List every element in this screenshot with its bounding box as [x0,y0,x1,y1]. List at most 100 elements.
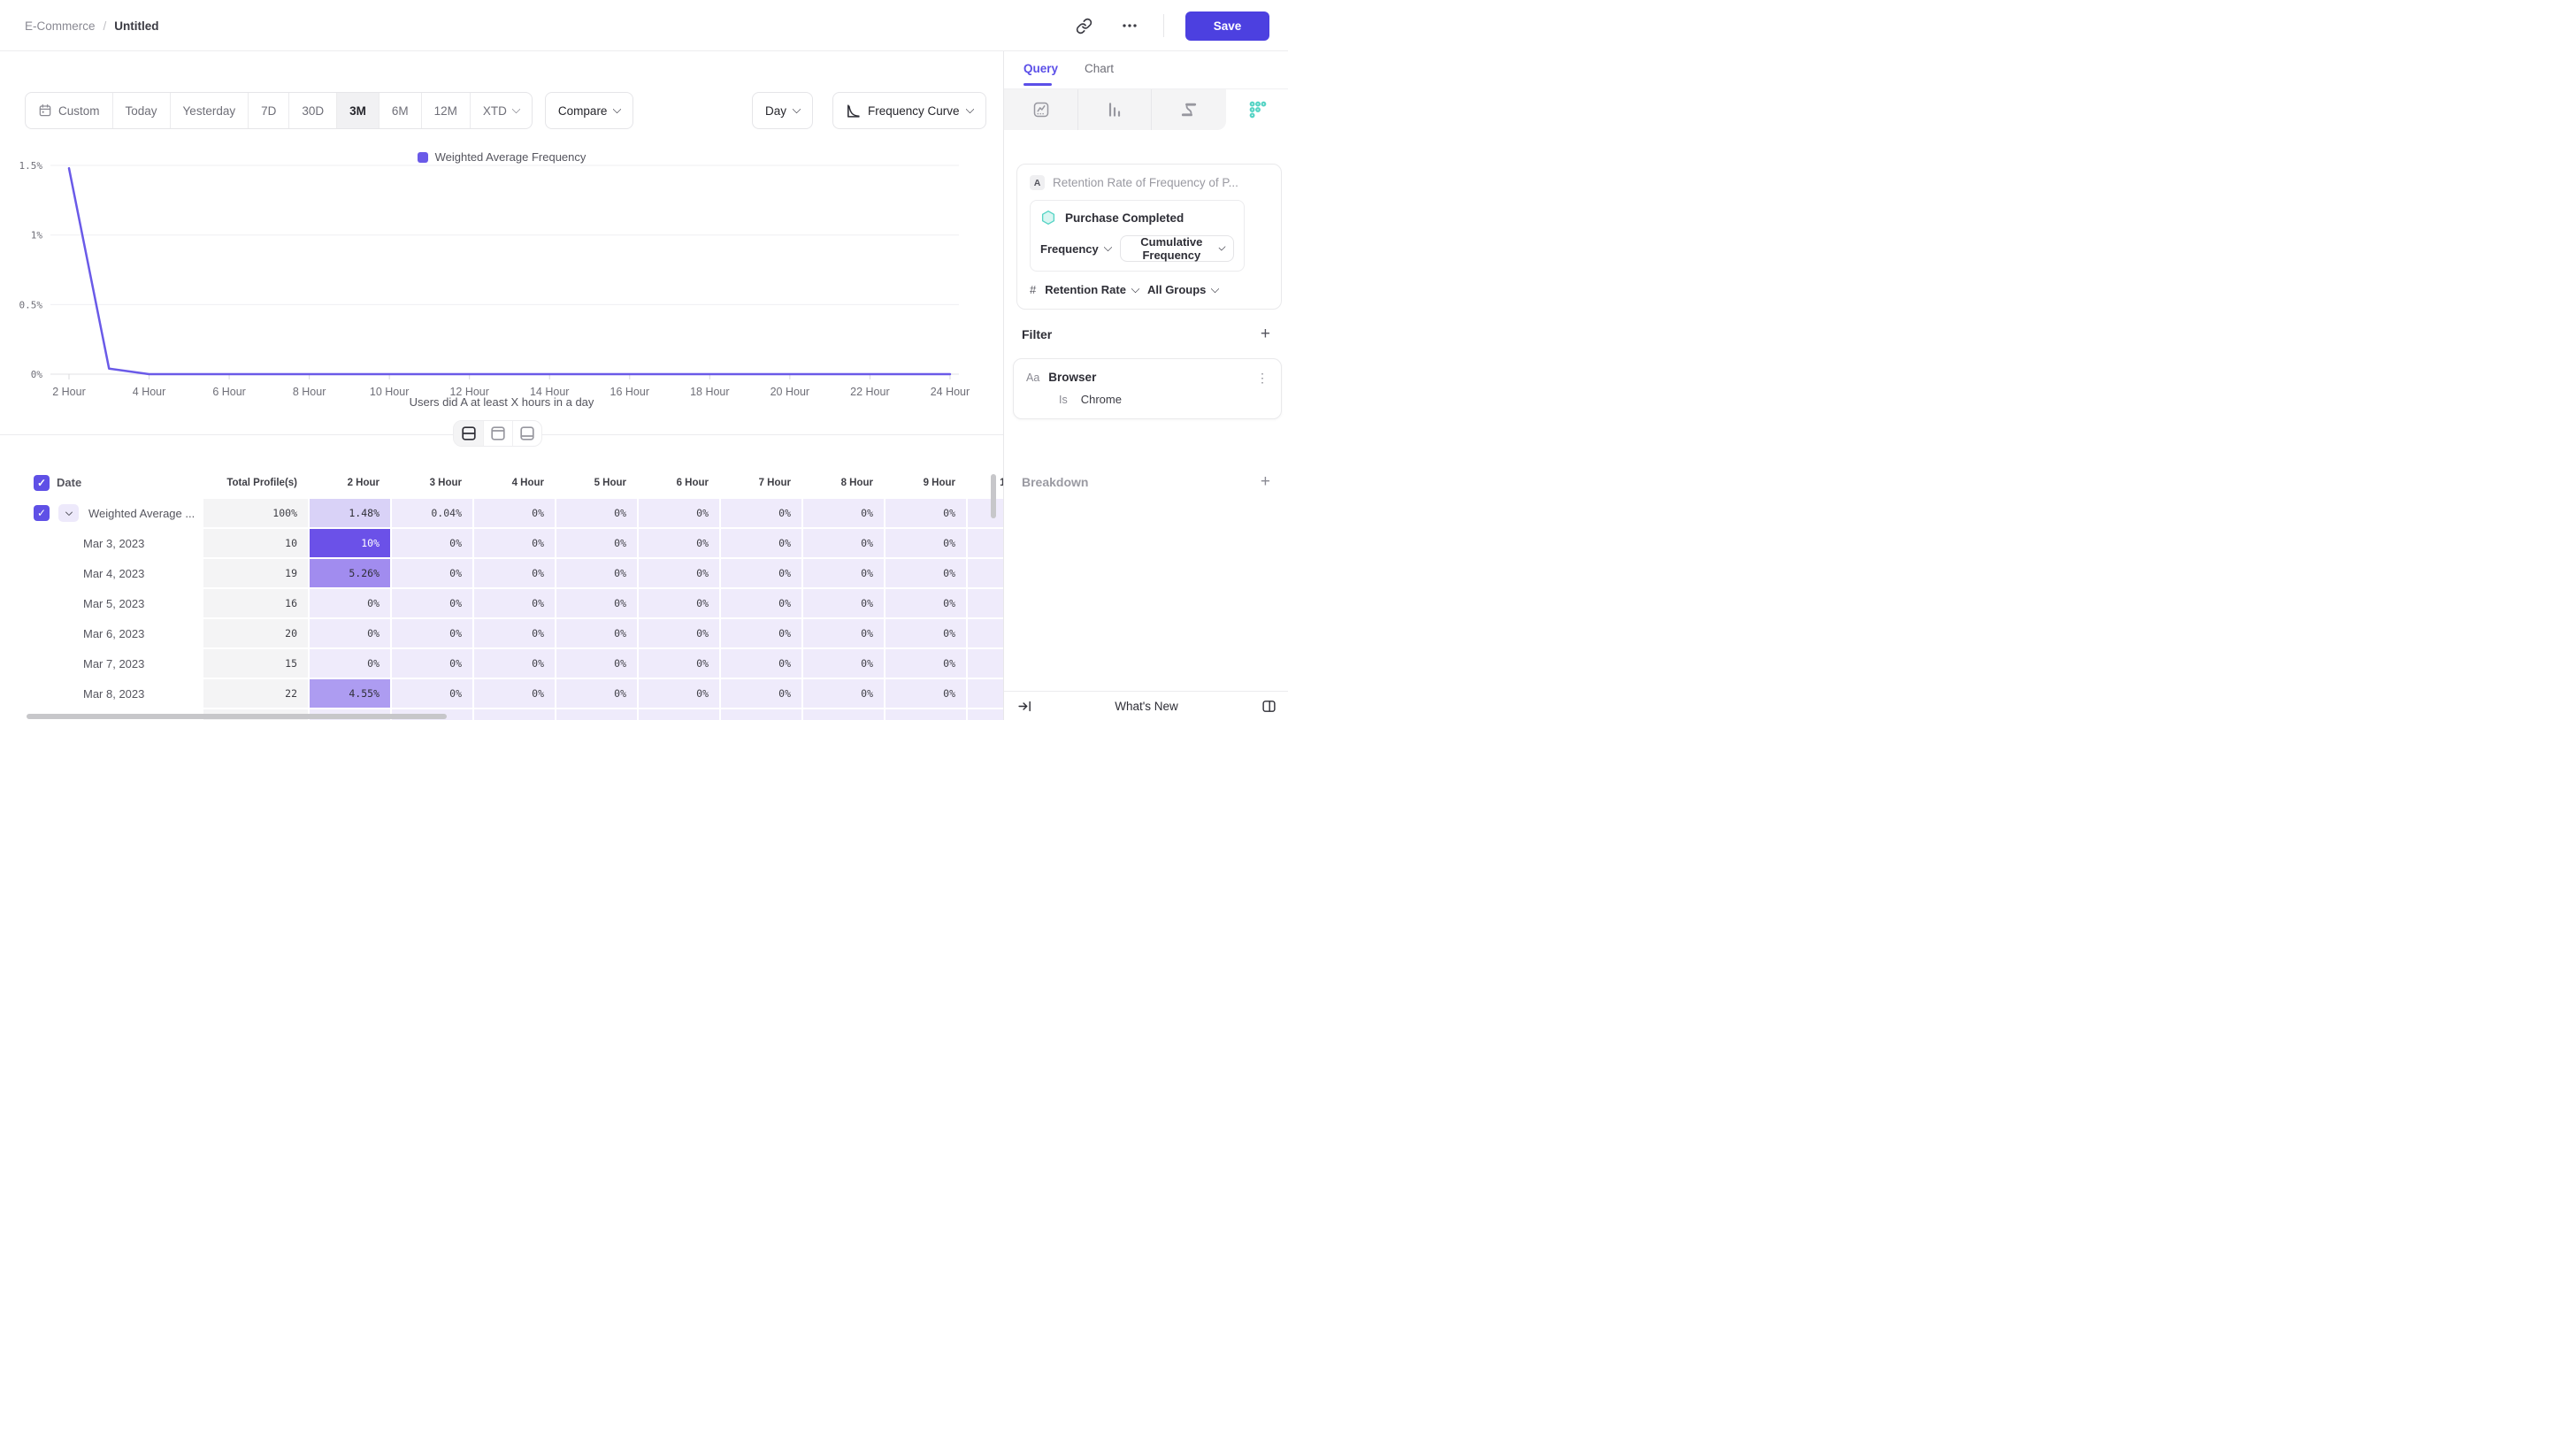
table-row[interactable]: Mar 5, 2023160%0%0%0%0%0%0%0% [0,589,1003,617]
range-7d[interactable]: 7D [248,93,288,128]
hour-value-cell [721,709,801,720]
viz-flows-icon[interactable] [1152,89,1226,130]
hour-value-cell: 0% [556,499,637,527]
chart-view-toggle[interactable] [483,421,512,446]
column-header-label: Date [57,476,81,489]
total-profiles-cell: 15 [203,649,308,678]
frequency-report-app: E-Commerce / Untitled Save CustomTodayYe… [0,0,1288,720]
hour-value-cell: 0% [639,499,719,527]
hour-value-cell [803,709,884,720]
table-header-row: DateTotal Profile(s)2 Hour3 Hour4 Hour5 … [0,469,1003,496]
range-today[interactable]: Today [112,93,170,128]
frequency-dropdown[interactable]: Frequency [1040,242,1111,256]
horizontal-scrollbar[interactable] [27,714,447,719]
column-header: 6 Hour [639,469,719,496]
filter-operator[interactable]: Is [1059,394,1068,406]
granularity-dropdown[interactable]: Day [752,92,813,129]
range-3m[interactable]: 3M [336,93,379,128]
table-row[interactable]: Mar 8, 2023224.55%0%0%0%0%0%0%0% [0,679,1003,708]
split-view-toggle[interactable] [454,421,483,446]
top-actions: Save [1071,0,1269,51]
filter-property[interactable]: Browser [1048,371,1247,384]
column-header: 10 Hour [968,469,1003,496]
event-selector[interactable]: Purchase Completed [1040,210,1234,226]
filter-menu-icon[interactable]: ⋮ [1256,371,1269,384]
query-sidebar: Query Chart [1003,51,1288,720]
column-header: 8 Hour [803,469,884,496]
table-row[interactable]: Mar 7, 2023150%0%0%0%0%0%0%0% [0,649,1003,678]
viz-frequency-icon[interactable] [1226,89,1288,130]
hour-value-cell: 0% [639,559,719,587]
hour-value-cell: 0% [886,619,966,647]
hour-value-cell: 0% [721,649,801,678]
range-xtd[interactable]: XTD [470,93,532,128]
total-profiles-cell: 16 [203,589,308,617]
row-checkbox[interactable] [34,505,50,521]
viz-funnels-icon[interactable] [1078,89,1152,130]
table-row[interactable]: Mar 4, 2023195.26%0%0%0%0%0%0%0% [0,559,1003,587]
range-30d[interactable]: 30D [288,93,336,128]
total-profiles-cell: 10 [203,529,308,557]
save-button[interactable]: Save [1185,11,1269,41]
hour-value-cell: 0% [886,529,966,557]
hour-value-cell: 0% [474,679,555,708]
row-label-cell: Mar 4, 2023 [0,559,202,587]
viz-type-dropdown[interactable]: Frequency Curve [832,92,986,129]
table-row[interactable]: Mar 3, 20231010%0%0%0%0%0%0%0% [0,529,1003,557]
expand-row-button[interactable] [58,504,79,522]
breadcrumb-board[interactable]: E-Commerce [25,19,96,33]
hour-value-cell: 0% [639,589,719,617]
hour-value-cell: 0% [474,559,555,587]
range-12m[interactable]: 12M [421,93,470,128]
hour-value-cell: 10% [310,529,390,557]
add-breakdown-button[interactable]: + [1261,473,1270,490]
select-all-checkbox[interactable] [34,475,50,491]
column-header-date: Date [0,469,202,496]
share-link-icon[interactable] [1071,13,1096,38]
table-view-toggle[interactable] [512,421,541,446]
vertical-scrollbar[interactable] [991,474,996,518]
hour-value-cell [968,529,1003,557]
breadcrumb-report-title[interactable]: Untitled [114,19,158,33]
viz-insights-icon[interactable] [1004,89,1078,130]
hour-value-cell: 0% [721,589,801,617]
range-custom[interactable]: Custom [26,93,112,128]
row-date-label: Mar 7, 2023 [83,657,144,670]
panel-layout-icon[interactable] [1259,693,1278,718]
hour-value-cell: 4.55% [310,679,390,708]
whats-new-link[interactable]: What's New [1115,700,1178,713]
add-filter-button[interactable]: + [1261,326,1270,342]
chevron-down-icon [1103,243,1112,252]
tab-query[interactable]: Query [1024,62,1058,80]
hour-value-cell: 0% [392,679,472,708]
table-row[interactable]: Mar 6, 2023200%0%0%0%0%0%0%0% [0,619,1003,647]
frequency-type-dropdown[interactable]: Cumulative Frequency [1120,235,1234,262]
row-label-cell: Mar 8, 2023 [0,679,202,708]
range-yesterday[interactable]: Yesterday [170,93,249,128]
row-label-cell: Mar 5, 2023 [0,589,202,617]
measure-dropdown[interactable]: Retention Rate [1045,283,1138,296]
hour-value-cell: 0% [556,679,637,708]
frequency-label: Frequency [1040,242,1099,256]
compare-button[interactable]: Compare [545,92,634,129]
table-row[interactable]: Weighted Average ...100%1.48%0.04%0%0%0%… [0,499,1003,527]
filter-value[interactable]: Chrome [1081,393,1122,406]
range-label: Custom [58,104,100,118]
hour-value-cell: 0% [803,679,884,708]
filter-heading: Filter [1022,327,1052,341]
range-6m[interactable]: 6M [379,93,421,128]
hour-value-cell: 0% [392,589,472,617]
hour-value-cell [968,709,1003,720]
hour-value-cell: 0% [639,619,719,647]
collapse-sidebar-icon[interactable] [1015,693,1034,718]
series-title-input[interactable]: Retention Rate of Frequency of P... [1053,176,1238,189]
row-date-label: Mar 6, 2023 [83,627,144,640]
tab-chart[interactable]: Chart [1085,62,1114,80]
hour-value-cell: 0% [803,529,884,557]
more-options-icon[interactable] [1117,13,1142,38]
groups-dropdown[interactable]: All Groups [1147,283,1218,296]
hour-value-cell: 0% [556,529,637,557]
query-series-card: A Retention Rate of Frequency of P... Pu… [1016,164,1282,310]
hour-value-cell [968,679,1003,708]
hour-value-cell: 0% [886,679,966,708]
